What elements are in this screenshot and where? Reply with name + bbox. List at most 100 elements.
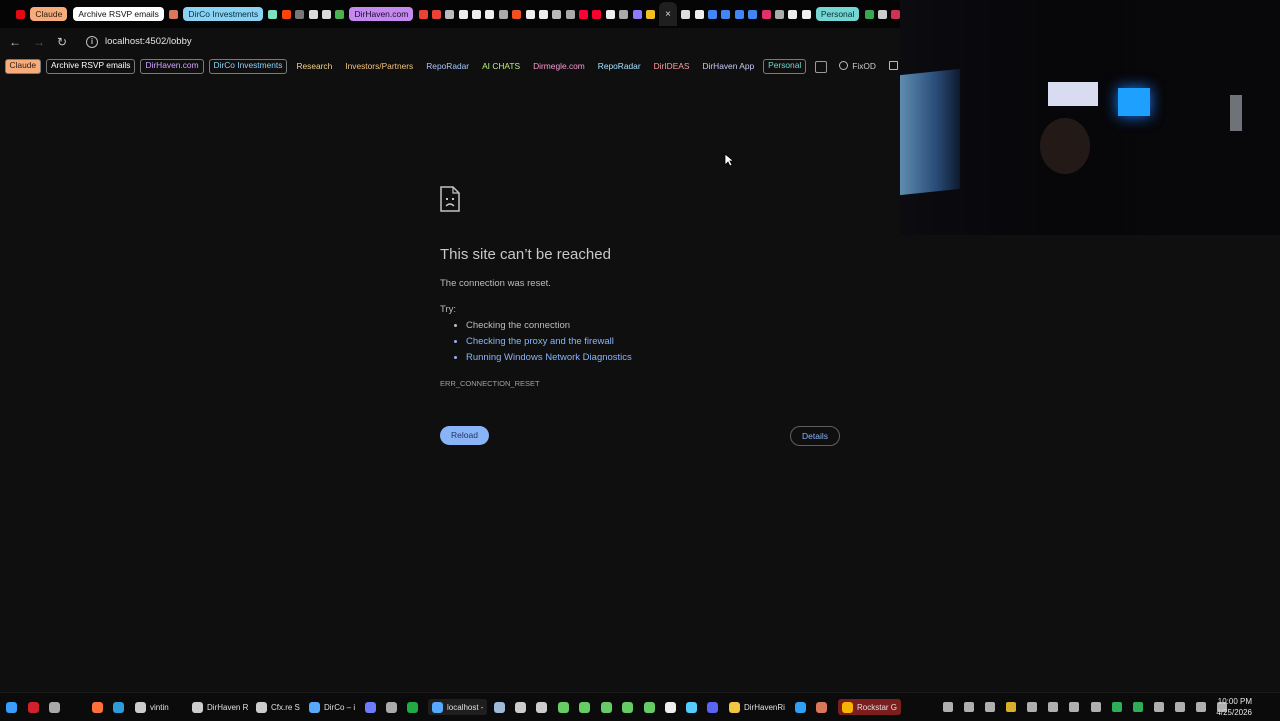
cloud-icon[interactable] bbox=[458, 9, 468, 19]
app-icon[interactable] bbox=[1048, 702, 1058, 712]
claude-spark-icon[interactable] bbox=[169, 9, 179, 19]
suggestion-proxy-firewall-link[interactable]: Checking the proxy and the firewall bbox=[466, 335, 632, 351]
app-icon[interactable] bbox=[1154, 702, 1164, 712]
openai-icon[interactable] bbox=[552, 9, 562, 19]
suggestion-network-diagnostics-link[interactable]: Running Windows Network Diagnostics bbox=[466, 351, 632, 367]
app-icon[interactable] bbox=[632, 9, 642, 19]
taskbar-app-button[interactable] bbox=[558, 699, 573, 715]
tab-group-chip[interactable]: Claude bbox=[30, 7, 68, 21]
x-icon[interactable] bbox=[801, 9, 811, 19]
tiktok-icon[interactable] bbox=[788, 9, 798, 19]
taskbar-app-button[interactable] bbox=[113, 699, 128, 715]
taskbar-app-button[interactable] bbox=[365, 699, 380, 715]
taskbar-app-button[interactable] bbox=[665, 699, 680, 715]
bookmark-item[interactable]: DirCo Investments bbox=[208, 59, 288, 74]
address-bar[interactable]: i localhost:4502/lobby bbox=[78, 32, 893, 52]
globe-icon[interactable] bbox=[565, 9, 575, 19]
taskbar-app-button[interactable]: DirCo – i bbox=[309, 699, 355, 715]
sheets-icon[interactable] bbox=[864, 9, 874, 19]
taskbar-app-button[interactable] bbox=[407, 699, 422, 715]
taskbar-app-button[interactable] bbox=[494, 699, 509, 715]
taskbar-app-button[interactable] bbox=[92, 699, 107, 715]
tab-group-chip[interactable]: Archive RSVP emails bbox=[73, 7, 164, 21]
taskbar-app-button[interactable] bbox=[601, 699, 616, 715]
youtube-icon[interactable] bbox=[592, 9, 602, 19]
taskbar-app-button[interactable] bbox=[622, 699, 637, 715]
bookmark-item[interactable]: Archive RSVP emails bbox=[46, 59, 136, 74]
taskbar-app-button[interactable]: Cfx.re S bbox=[256, 699, 300, 715]
bookmark-item[interactable]: RepoRadar bbox=[422, 60, 473, 73]
taskbar-app-button[interactable] bbox=[707, 699, 722, 715]
taskbar-app-button[interactable]: DirHavenRi bbox=[729, 699, 785, 715]
bookmark-item[interactable]: FixOD bbox=[835, 60, 880, 73]
bookmark-item[interactable]: Dirmegle.com bbox=[529, 60, 589, 73]
tab-group-chip[interactable]: DirCo Investments bbox=[183, 7, 264, 21]
bookmark-item[interactable]: Research bbox=[292, 60, 336, 73]
app-icon[interactable] bbox=[985, 702, 995, 712]
gmail-icon[interactable] bbox=[431, 9, 441, 19]
infinity-icon[interactable] bbox=[681, 9, 691, 19]
rocket-icon[interactable] bbox=[605, 9, 615, 19]
instagram-icon[interactable] bbox=[761, 9, 771, 19]
taskbar-app-button[interactable]: localhost - bbox=[428, 699, 488, 715]
volume-icon[interactable] bbox=[1217, 702, 1227, 712]
taskbar-app-button[interactable] bbox=[28, 699, 43, 715]
controller-icon[interactable] bbox=[1027, 702, 1037, 712]
gmail-icon[interactable] bbox=[418, 9, 428, 19]
taskbar-app-button[interactable] bbox=[536, 699, 551, 715]
shield-icon[interactable] bbox=[943, 702, 953, 712]
taskbar-app-button[interactable] bbox=[686, 699, 701, 715]
chrome-icon[interactable] bbox=[335, 9, 345, 19]
active-tab-close-button[interactable]: × bbox=[659, 2, 678, 26]
bookmark-item[interactable]: DirHaven App bbox=[698, 60, 758, 73]
docs-icon[interactable] bbox=[748, 9, 758, 19]
github-icon[interactable] bbox=[694, 9, 704, 19]
sheets-icon[interactable] bbox=[877, 9, 887, 19]
bookmark-icon[interactable] bbox=[891, 9, 900, 19]
globe-icon[interactable] bbox=[498, 9, 508, 19]
globe-icon[interactable] bbox=[774, 9, 784, 19]
reload-button[interactable]: ↻ bbox=[57, 35, 67, 49]
taskbar-app-button[interactable] bbox=[579, 699, 594, 715]
circle-icon[interactable] bbox=[295, 9, 305, 19]
netflix-icon[interactable] bbox=[16, 9, 26, 19]
bookmark-item[interactable]: DirHaven.com bbox=[140, 59, 204, 74]
bookmark-item[interactable]: AI To bbox=[885, 60, 900, 73]
tab-group-chip[interactable]: DirHaven.com bbox=[349, 7, 414, 21]
taskbar-app-button[interactable] bbox=[795, 699, 810, 715]
x-icon[interactable] bbox=[472, 9, 482, 19]
instagram-icon[interactable] bbox=[445, 9, 455, 19]
taskbar-app-button[interactable] bbox=[386, 699, 401, 715]
microsoft-icon[interactable] bbox=[512, 9, 522, 19]
apps-grid-icon[interactable] bbox=[814, 60, 827, 73]
bookmark-item[interactable]: Investors/Partners bbox=[341, 60, 417, 73]
app-icon[interactable] bbox=[1133, 702, 1143, 712]
globe-icon[interactable] bbox=[619, 9, 629, 19]
taskbar-app-button[interactable] bbox=[816, 699, 831, 715]
github-icon[interactable] bbox=[525, 9, 535, 19]
x-icon[interactable] bbox=[485, 9, 495, 19]
bookmark-item[interactable]: Claude bbox=[4, 59, 42, 74]
github-icon[interactable] bbox=[538, 9, 548, 19]
docs-icon[interactable] bbox=[721, 9, 731, 19]
bookmark-item[interactable]: Personal bbox=[763, 59, 807, 74]
docs-icon[interactable] bbox=[734, 9, 744, 19]
arrow-icon[interactable] bbox=[321, 9, 331, 19]
bookmark-item[interactable]: AI CHATS bbox=[478, 60, 524, 73]
app-icon[interactable] bbox=[1006, 702, 1016, 712]
telegram-icon[interactable] bbox=[964, 702, 974, 712]
app-icon[interactable] bbox=[1069, 702, 1079, 712]
app-icon[interactable] bbox=[1091, 702, 1101, 712]
url-text[interactable]: localhost:4502/lobby bbox=[105, 36, 192, 47]
back-button[interactable]: ← bbox=[9, 35, 21, 49]
taskbar-app-button[interactable]: vintin bbox=[135, 699, 169, 715]
threads-icon[interactable] bbox=[308, 9, 318, 19]
taskbar-app-button[interactable]: Rockstar G bbox=[838, 699, 902, 715]
taskbar-app-button[interactable] bbox=[515, 699, 530, 715]
d-icon[interactable] bbox=[645, 9, 655, 19]
taskbar-app-button[interactable] bbox=[644, 699, 659, 715]
info-icon[interactable]: i bbox=[86, 36, 98, 48]
reload-page-button[interactable]: Reload bbox=[440, 426, 489, 445]
reddit-icon[interactable] bbox=[281, 9, 291, 19]
forward-button[interactable]: → bbox=[33, 35, 45, 49]
